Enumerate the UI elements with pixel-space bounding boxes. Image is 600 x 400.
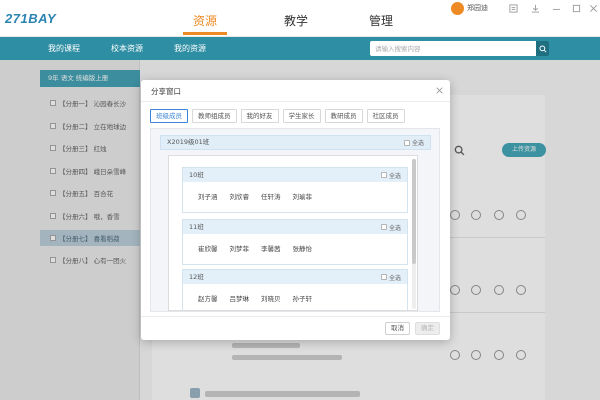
sub-nav-my-courses[interactable]: 我的课程 bbox=[48, 43, 80, 54]
group-header: 10班 全选 bbox=[183, 168, 407, 182]
tab-student-parents[interactable]: 学生家长 bbox=[282, 109, 321, 123]
tab-my-friends[interactable]: 我的好友 bbox=[240, 109, 279, 123]
scrollbar[interactable] bbox=[412, 159, 416, 309]
minimize-icon[interactable] bbox=[552, 4, 561, 13]
dialog-footer-divider bbox=[141, 316, 450, 317]
checkbox-icon[interactable] bbox=[403, 139, 410, 146]
member-name[interactable]: 赵方馨 bbox=[198, 294, 218, 304]
sub-nav-my-resources[interactable]: 我的资源 bbox=[174, 43, 206, 54]
group-name: 11班 bbox=[189, 223, 204, 231]
member-name[interactable]: 李馨茜 bbox=[261, 244, 281, 254]
class-name: X2019级01班 bbox=[167, 138, 210, 146]
cancel-button[interactable]: 取消 bbox=[385, 322, 410, 335]
class-group: 10班 全选 刘子涵 刘欣睿 任轩涛 刘瑜菲 bbox=[182, 167, 408, 213]
active-nav-underline bbox=[183, 32, 227, 35]
group-name: 10班 bbox=[189, 171, 204, 179]
dialog-title: 分享窗口 bbox=[151, 87, 181, 96]
select-all-label: 全选 bbox=[388, 224, 401, 232]
search-icon bbox=[538, 44, 547, 53]
top-nav-management[interactable]: 管理 bbox=[366, 13, 396, 29]
tab-class-members[interactable]: 班级成员 bbox=[150, 109, 188, 123]
group-header: 11班 全选 bbox=[183, 220, 407, 234]
member-name[interactable]: 崔欣馨 bbox=[198, 244, 218, 254]
select-all-label: 全选 bbox=[388, 172, 401, 180]
user-name[interactable]: 郑园迪 bbox=[467, 3, 488, 13]
download-icon[interactable] bbox=[531, 4, 540, 13]
member-name[interactable]: 刘晓贝 bbox=[261, 294, 281, 304]
member-name[interactable]: 刘瑜菲 bbox=[293, 192, 313, 202]
member-name[interactable]: 张静怡 bbox=[293, 244, 313, 254]
class-select-all[interactable]: 全选 bbox=[403, 136, 424, 149]
group-select-all[interactable]: 全选 bbox=[380, 168, 401, 182]
share-dialog: 分享窗口 班级成员 教师组成员 我的好友 学生家长 教研成员 社区成员 X201… bbox=[141, 80, 450, 340]
select-all-label: 全选 bbox=[388, 274, 401, 282]
close-icon[interactable] bbox=[589, 4, 598, 13]
member-row: 赵方馨 吕梦琳 刘晓贝 孙子轩 bbox=[198, 294, 312, 304]
class-group: 11班 全选 崔欣馨 刘梦菲 李馨茜 张静怡 bbox=[182, 219, 408, 265]
select-all-label: 全选 bbox=[411, 140, 424, 147]
member-name[interactable]: 刘欣睿 bbox=[230, 192, 250, 202]
member-name[interactable]: 刘梦菲 bbox=[230, 244, 250, 254]
member-name[interactable]: 任轩涛 bbox=[261, 192, 281, 202]
group-select-all[interactable]: 全选 bbox=[380, 270, 401, 284]
dialog-divider bbox=[141, 101, 450, 102]
member-row: 崔欣馨 刘梦菲 李馨茜 张静怡 bbox=[198, 244, 312, 254]
top-nav-resources[interactable]: 资源 bbox=[190, 13, 220, 29]
confirm-button[interactable]: 确定 bbox=[415, 322, 440, 335]
member-name[interactable]: 刘子涵 bbox=[198, 192, 218, 202]
tab-community-members[interactable]: 社区成员 bbox=[366, 109, 405, 123]
checkbox-icon[interactable] bbox=[380, 172, 387, 178]
menu-icon[interactable] bbox=[509, 4, 518, 13]
search-button[interactable] bbox=[536, 41, 549, 56]
search-input[interactable] bbox=[370, 41, 536, 56]
scrollbar-thumb[interactable] bbox=[412, 159, 416, 264]
group-select-all[interactable]: 全选 bbox=[380, 220, 401, 234]
member-name[interactable]: 吕梦琳 bbox=[230, 294, 250, 304]
maximize-icon[interactable] bbox=[572, 4, 581, 13]
checkbox-icon[interactable] bbox=[380, 224, 387, 230]
member-panel: X2019级01班 全选 10班 全选 刘子涵 刘欣睿 任轩涛 刘瑜菲 11班 … bbox=[150, 128, 440, 312]
close-icon[interactable] bbox=[436, 87, 443, 94]
class-group: 12班 全选 赵方馨 吕梦琳 刘晓贝 孙子轩 bbox=[182, 269, 408, 310]
tab-teacher-group-members[interactable]: 教师组成员 bbox=[192, 109, 237, 123]
group-header: 12班 全选 bbox=[183, 270, 407, 284]
logo-text: 271BAY bbox=[5, 10, 57, 26]
tab-research-members[interactable]: 教研成员 bbox=[324, 109, 363, 123]
share-target-tabs: 班级成员 教师组成员 我的好友 学生家长 教研成员 社区成员 bbox=[150, 109, 405, 123]
group-list[interactable]: 10班 全选 刘子涵 刘欣睿 任轩涛 刘瑜菲 11班 全选 崔欣馨 刘梦菲 李馨… bbox=[168, 155, 418, 311]
top-nav-teaching[interactable]: 教学 bbox=[281, 13, 311, 29]
class-header: X2019级01班 全选 bbox=[160, 135, 431, 150]
app-logo[interactable]: 271BAY bbox=[5, 8, 56, 28]
member-name[interactable]: 孙子轩 bbox=[293, 294, 313, 304]
group-name: 12班 bbox=[189, 273, 204, 281]
sub-nav-bar: 我的课程 校本资源 我的资源 bbox=[0, 37, 600, 60]
checkbox-icon[interactable] bbox=[380, 274, 387, 280]
sub-nav-school-resources[interactable]: 校本资源 bbox=[111, 43, 143, 54]
top-bar: 271BAY 资源 教学 管理 郑园迪 bbox=[0, 0, 600, 37]
user-avatar-icon[interactable] bbox=[451, 2, 464, 15]
member-row: 刘子涵 刘欣睿 任轩涛 刘瑜菲 bbox=[198, 192, 312, 202]
